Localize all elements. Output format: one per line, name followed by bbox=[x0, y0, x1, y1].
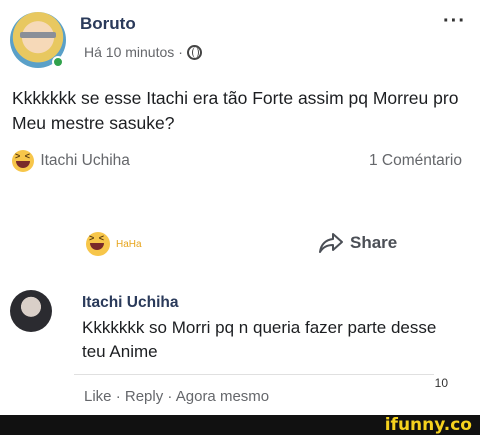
post-time[interactable]: Há 10 minutos bbox=[84, 44, 174, 60]
meta-separator: · bbox=[178, 44, 183, 60]
haha-emoji-icon bbox=[12, 150, 34, 172]
commenter-name[interactable]: Itachi Uchiha bbox=[82, 294, 178, 312]
reply-button[interactable]: Reply bbox=[125, 388, 163, 405]
haha-button[interactable]: HaHa bbox=[86, 232, 142, 256]
share-label: Share bbox=[350, 233, 398, 252]
post-meta: Há 10 minutos · bbox=[84, 44, 202, 60]
reactor-name[interactable]: Itachi Uchiha bbox=[40, 152, 130, 169]
comment-time: Agora mesmo bbox=[175, 388, 270, 405]
post-author-name[interactable]: Boruto bbox=[80, 14, 136, 34]
action-dot: · bbox=[167, 388, 173, 405]
post-actions: HaHa Share bbox=[0, 226, 480, 266]
commenter-avatar[interactable] bbox=[10, 290, 52, 332]
share-button[interactable]: Share bbox=[318, 232, 397, 254]
online-status-dot bbox=[52, 56, 64, 68]
headband-decoration bbox=[20, 32, 56, 38]
comment: Itachi Uchiha Kkkkkkk so Morri pq n quer… bbox=[10, 290, 470, 415]
comment-text: Kkkkkkk so Morri pq n queria fazer parte… bbox=[82, 318, 437, 361]
comment-reaction-count[interactable]: 10 bbox=[435, 376, 448, 390]
like-button[interactable]: Like bbox=[84, 388, 112, 405]
reaction-summary: Itachi Uchiha 1 Coméntario bbox=[12, 150, 468, 176]
comment-count[interactable]: 1 Coméntario bbox=[369, 152, 462, 170]
action-dot: · bbox=[115, 388, 121, 405]
share-icon bbox=[319, 233, 343, 253]
haha-label: HaHa bbox=[116, 238, 142, 250]
footer-bar: ifunny.co bbox=[0, 415, 480, 435]
haha-emoji-icon bbox=[86, 232, 110, 256]
comment-actions: Like · Reply · Agora mesmo bbox=[84, 388, 269, 405]
more-icon[interactable]: ··· bbox=[443, 10, 466, 33]
globe-icon bbox=[186, 44, 202, 60]
watermark-logo: ifunny.co bbox=[384, 415, 472, 435]
comment-divider bbox=[74, 374, 434, 375]
post-text: Kkkkkkk se esse Itachi era tão Forte ass… bbox=[12, 88, 459, 133]
post-header: Boruto Há 10 minutos · ··· bbox=[10, 8, 470, 70]
